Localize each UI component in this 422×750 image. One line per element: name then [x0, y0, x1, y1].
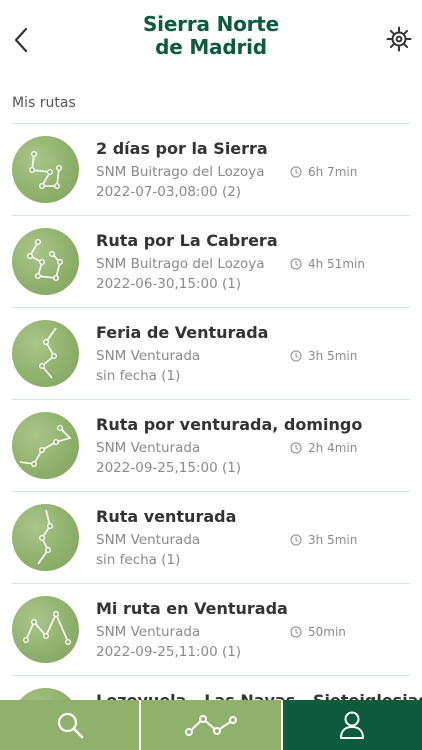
- route-date: 2022-09-25,15:00 (1): [96, 460, 242, 476]
- settings-button[interactable]: [386, 26, 412, 52]
- route-date: sin fecha (1): [96, 552, 181, 568]
- clock-icon: [290, 534, 302, 546]
- tab-routes[interactable]: [139, 700, 281, 750]
- clock-icon: [290, 350, 302, 362]
- route-duration-text: 3h 5min: [308, 349, 358, 363]
- route-location: SNM Venturada: [96, 624, 201, 640]
- route-path-icon: [39, 327, 58, 379]
- tab-search[interactable]: [0, 700, 140, 750]
- route-list[interactable]: 2 días por la Sierra SNM Buitrago del Lo…: [0, 124, 422, 700]
- route-path-icon: [29, 150, 63, 190]
- user-icon: [340, 711, 365, 739]
- route-path-icon: [37, 509, 54, 565]
- route-duration: 4h 51min: [290, 257, 365, 271]
- tab-profile[interactable]: [280, 700, 422, 750]
- route-item[interactable]: Ruta venturada SNM Venturada 3h 5min sin…: [0, 492, 422, 584]
- route-title: Ruta por venturada, domingo: [96, 415, 363, 434]
- route-icon: [184, 715, 237, 736]
- gear-icon: [386, 26, 412, 52]
- route-location: SNM Venturada: [96, 348, 201, 364]
- route-path-icon: [26, 238, 64, 282]
- route-path-icon: [22, 610, 72, 646]
- route-item[interactable]: Ruta por venturada, domingo SNM Venturad…: [0, 400, 422, 492]
- route-location: SNM Venturada: [96, 440, 201, 456]
- route-duration: 2h 4min: [290, 441, 357, 455]
- route-title: Ruta venturada: [96, 507, 237, 526]
- clock-icon: [290, 166, 302, 178]
- route-duration-text: 2h 4min: [308, 441, 358, 455]
- clock-icon: [290, 442, 302, 454]
- route-path-icon: [12, 688, 79, 700]
- route-title: Feria de Venturada: [96, 323, 269, 342]
- route-item[interactable]: Lozoyuela - Las Navas - Sieteiglesias: [0, 676, 422, 700]
- route-date: 2022-09-25,11:00 (1): [96, 644, 242, 660]
- route-item[interactable]: Ruta por La Cabrera SNM Buitrago del Loz…: [0, 216, 422, 308]
- route-title: Lozoyuela - Las Navas - Sieteiglesias: [96, 691, 422, 700]
- route-duration-text: 50min: [308, 625, 346, 639]
- tab-bar: [0, 700, 422, 750]
- route-path-icon: [19, 424, 72, 468]
- route-thumbnail: [12, 136, 79, 203]
- route-thumbnail: [12, 412, 79, 479]
- clock-icon: [290, 258, 302, 270]
- route-duration-text: 4h 51min: [308, 257, 365, 271]
- route-location: SNM Buitrago del Lozoya: [96, 164, 265, 180]
- route-item[interactable]: Mi ruta en Venturada SNM Venturada 50min…: [0, 584, 422, 676]
- route-thumbnail: [12, 228, 79, 295]
- route-duration-text: 6h 7min: [308, 165, 358, 179]
- route-thumbnail: [12, 504, 79, 571]
- route-title: Mi ruta en Venturada: [96, 599, 288, 618]
- logo-line-2: de Madrid: [155, 35, 267, 59]
- route-title: 2 días por la Sierra: [96, 139, 268, 158]
- clock-icon: [290, 626, 302, 638]
- route-item[interactable]: Feria de Venturada SNM Venturada 3h 5min…: [0, 308, 422, 400]
- route-item[interactable]: 2 días por la Sierra SNM Buitrago del Lo…: [0, 124, 422, 216]
- app-header: Sierra Norte de Madrid: [0, 0, 422, 88]
- logo-line-1: Sierra Norte: [142, 12, 280, 36]
- route-title: Ruta por La Cabrera: [96, 231, 278, 250]
- route-thumbnail: [12, 596, 79, 663]
- route-date: 2022-06-30,15:00 (1): [96, 276, 242, 292]
- section-title: Mis rutas: [12, 95, 76, 111]
- route-location: SNM Venturada: [96, 532, 201, 548]
- route-date: 2022-07-03,08:00 (2): [96, 184, 242, 200]
- route-date: sin fecha (1): [96, 368, 181, 384]
- route-thumbnail: [12, 320, 79, 387]
- route-duration: 3h 5min: [290, 349, 357, 363]
- app-logo: Sierra Norte de Madrid: [0, 13, 422, 59]
- route-duration: 6h 7min: [290, 165, 357, 179]
- route-duration: 50min: [290, 625, 346, 639]
- route-duration-text: 3h 5min: [308, 533, 358, 547]
- route-location: SNM Buitrago del Lozoya: [96, 256, 265, 272]
- route-thumbnail: [12, 688, 79, 700]
- route-duration: 3h 5min: [290, 533, 357, 547]
- search-icon: [57, 712, 83, 739]
